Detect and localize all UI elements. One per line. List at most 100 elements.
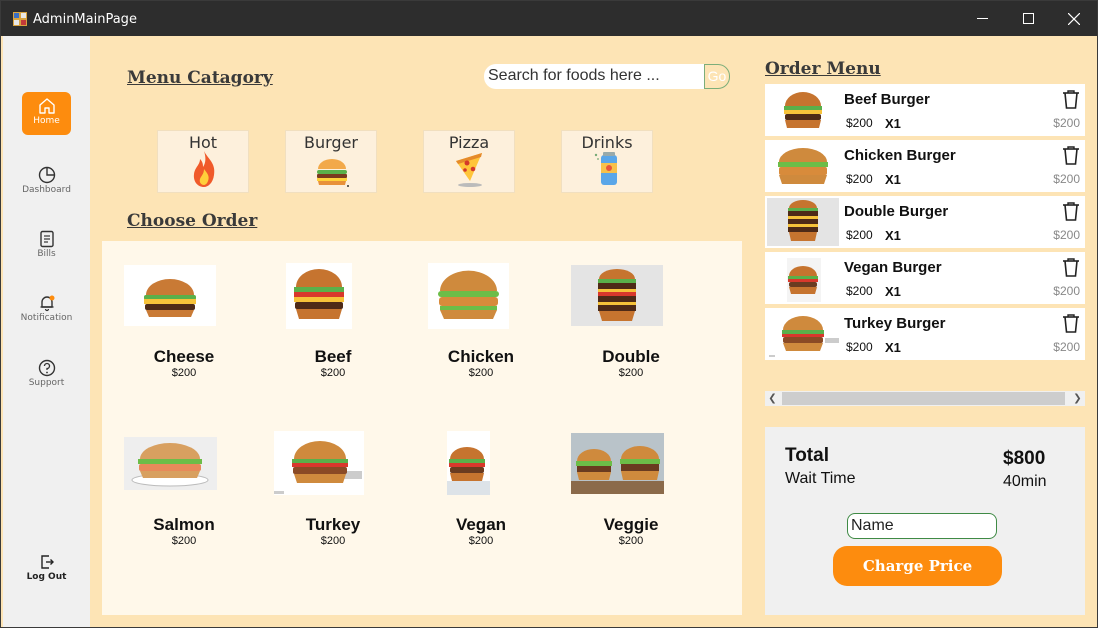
app-window: AdminMainPage Home Dashboard Bills Notif…	[0, 0, 1098, 628]
order-item-qty: X1	[885, 116, 901, 131]
order-item-price: $200	[846, 172, 873, 186]
order-item-vegan-burger: Vegan Burger $200 X1 $200	[765, 252, 1085, 304]
sidebar-item-label: Home	[33, 116, 60, 126]
total-value: $800	[1003, 448, 1046, 469]
sidebar-item-home[interactable]: Home	[22, 92, 71, 135]
logout-label: Log Out	[26, 572, 67, 582]
support-icon	[38, 359, 56, 377]
category-burger-button[interactable]: Burger	[285, 130, 377, 193]
logout-button[interactable]: Log Out	[22, 548, 71, 591]
order-item-total: $200	[1053, 172, 1080, 186]
order-item-name: Turkey Burger	[844, 315, 946, 332]
sidebar-item-label: Dashboard	[22, 185, 71, 195]
wait-time-label: Wait Time	[785, 470, 856, 487]
turkey-burger-image	[274, 431, 364, 495]
scrollbar-thumb[interactable]	[782, 392, 1065, 405]
search-go-button[interactable]: Go	[704, 64, 730, 89]
order-item-image	[767, 142, 839, 190]
order-item-price: $200	[846, 228, 873, 242]
trash-icon[interactable]	[1062, 314, 1080, 333]
order-item-beef-burger: Beef Burger $200 X1 $200	[765, 84, 1085, 136]
sidebar-item-label: Support	[28, 378, 65, 388]
maximize-button[interactable]	[1005, 1, 1051, 36]
category-pizza-button[interactable]: Pizza	[423, 130, 515, 193]
category-drinks-button[interactable]: Drinks	[561, 130, 653, 193]
food-price: $200	[171, 367, 197, 379]
minimize-button[interactable]	[959, 1, 1005, 36]
order-item-qty: X1	[885, 228, 901, 243]
menu-category-heading: Menu Catagory	[127, 68, 273, 88]
sidebar: Home Dashboard Bills Notification Suppor…	[3, 36, 90, 627]
scroll-left-icon[interactable]: ❮	[765, 391, 780, 406]
pizza-icon	[456, 153, 482, 187]
salmon-burger-image	[124, 437, 217, 490]
food-name: Beef	[314, 347, 352, 366]
food-name: Salmon	[153, 515, 215, 534]
order-item-chicken-burger: Chicken Burger $200 X1 $200	[765, 140, 1085, 192]
burger-icon	[317, 159, 349, 187]
window-title: AdminMainPage	[33, 12, 137, 27]
chicken-burger-image	[428, 263, 509, 329]
food-price: $200	[171, 535, 197, 547]
dashboard-icon	[38, 166, 56, 184]
sidebar-item-label: Bills	[37, 249, 56, 259]
food-price: $200	[618, 535, 644, 547]
total-label: Total	[785, 445, 829, 466]
food-price: $200	[468, 367, 494, 379]
charge-price-button[interactable]: Charge Price	[833, 546, 1002, 586]
fire-icon	[193, 151, 215, 187]
wait-time-value: 40min	[1003, 473, 1047, 490]
choose-order-heading: Choose Order	[127, 211, 258, 231]
trash-icon[interactable]	[1062, 90, 1080, 109]
food-name: Vegan	[455, 515, 507, 534]
order-item-total: $200	[1053, 116, 1080, 130]
category-hot-button[interactable]: Hot	[157, 130, 249, 193]
order-item-price: $200	[846, 116, 873, 130]
order-item-image	[767, 310, 839, 358]
sidebar-item-label: Notification	[20, 313, 73, 323]
scroll-right-icon[interactable]: ❯	[1070, 391, 1085, 406]
bills-icon	[40, 230, 54, 248]
food-price: $200	[618, 367, 644, 379]
home-icon	[39, 98, 55, 114]
order-item-name: Beef Burger	[844, 91, 930, 108]
bell-icon	[40, 295, 55, 312]
trash-icon[interactable]	[1062, 146, 1080, 165]
order-item-double-burger: Double Burger $200 X1 $200	[765, 196, 1085, 248]
sidebar-item-dashboard[interactable]: Dashboard	[22, 161, 71, 204]
sidebar-item-notification[interactable]: Notification	[21, 289, 72, 332]
minimize-icon	[976, 18, 988, 19]
food-price: $200	[320, 535, 346, 547]
food-name: Double	[602, 347, 660, 366]
trash-icon[interactable]	[1062, 258, 1080, 277]
title-bar[interactable]: AdminMainPage	[1, 1, 1097, 36]
search-input[interactable]: Search for foods here ...	[484, 64, 704, 89]
order-item-qty: X1	[885, 172, 901, 187]
order-list: Beef Burger $200 X1 $200 Chicken Burger …	[765, 84, 1085, 406]
order-list-scrollbar[interactable]: ❮ ❯	[765, 391, 1085, 406]
sidebar-item-bills[interactable]: Bills	[22, 225, 71, 268]
order-item-image	[767, 86, 839, 134]
logout-icon	[41, 555, 54, 569]
order-item-price: $200	[846, 340, 873, 354]
order-item-qty: X1	[885, 340, 901, 355]
order-item-name: Chicken Burger	[844, 147, 956, 164]
order-item-turkey-burger: Turkey Burger $200 X1 $200	[765, 308, 1085, 360]
sidebar-item-support[interactable]: Support	[22, 354, 71, 397]
maximize-icon	[1022, 13, 1034, 24]
cheese-burger-image	[124, 265, 216, 326]
trash-icon[interactable]	[1062, 202, 1080, 221]
food-name: Chicken	[447, 347, 515, 366]
beef-burger-image	[286, 263, 352, 329]
customer-name-input[interactable]: Name	[847, 513, 997, 539]
food-price: $200	[468, 535, 494, 547]
double-burger-image	[571, 265, 663, 326]
order-item-name: Double Burger	[844, 203, 949, 220]
drink-can-icon	[594, 152, 617, 185]
close-button[interactable]	[1051, 1, 1097, 36]
total-panel: Total Wait Time $800 40min Name Charge P…	[765, 427, 1085, 615]
food-name: Cheese	[153, 347, 215, 366]
order-item-total: $200	[1053, 340, 1080, 354]
order-item-total: $200	[1053, 284, 1080, 298]
order-item-image	[767, 198, 839, 246]
